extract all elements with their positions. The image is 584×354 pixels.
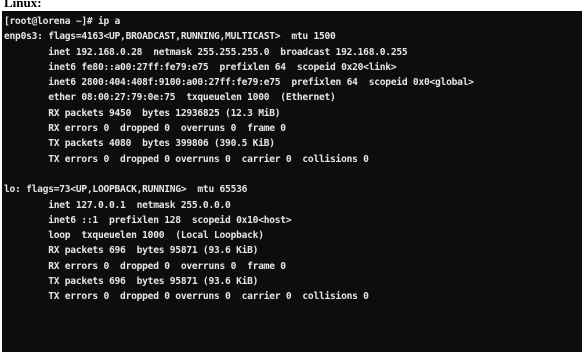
terminal-output: [root@lorena ~]# ip a enp0s3: flags=4163… xyxy=(2,11,582,305)
terminal-line: TX errors 0 dropped 0 overruns 0 carrier… xyxy=(4,153,369,165)
terminal-line: RX packets 696 bytes 95871 (93.6 KiB) xyxy=(4,245,259,257)
terminal-line: inet6 ::1 prefixlen 128 scopeid 0x10<hos… xyxy=(4,214,292,226)
terminal-line: TX packets 4080 bytes 399806 (390.5 KiB) xyxy=(4,138,275,150)
terminal-line: loop txqueuelen 1000 (Local Loopback) xyxy=(4,230,264,242)
terminal-line: TX packets 696 bytes 95871 (93.6 KiB) xyxy=(4,276,259,288)
terminal-line: inet 127.0.0.1 netmask 255.0.0.0 xyxy=(4,199,231,211)
terminal-window[interactable]: [root@lorena ~]# ip a enp0s3: flags=4163… xyxy=(2,11,582,352)
terminal-line: RX errors 0 dropped 0 overruns 0 frame 0 xyxy=(4,260,286,272)
prompt-line: [root@lorena ~]# ip a xyxy=(4,16,121,27)
caption-label: Linux: xyxy=(4,0,42,10)
terminal-line: enp0s3: flags=4163<UP,BROADCAST,RUNNING,… xyxy=(4,31,336,43)
terminal-line: TX errors 0 dropped 0 overruns 0 carrier… xyxy=(4,291,369,303)
terminal-line: RX packets 9450 bytes 12936825 (12.3 MiB… xyxy=(4,107,281,119)
terminal-line: inet6 fe80::a00:27ff:fe79:e75 prefixlen … xyxy=(4,61,397,73)
terminal-line: lo: flags=73<UP,LOOPBACK,RUNNING> mtu 65… xyxy=(4,184,248,196)
terminal-line: inet 192.168.0.28 netmask 255.255.255.0 … xyxy=(4,46,408,58)
terminal-line: RX errors 0 dropped 0 overruns 0 frame 0 xyxy=(4,123,286,135)
terminal-line: ether 08:00:27:79:0e:75 txqueuelen 1000 … xyxy=(4,92,336,104)
terminal-line: inet6 2800:404:408f:9100:a00:27ff:fe79:e… xyxy=(4,77,474,89)
